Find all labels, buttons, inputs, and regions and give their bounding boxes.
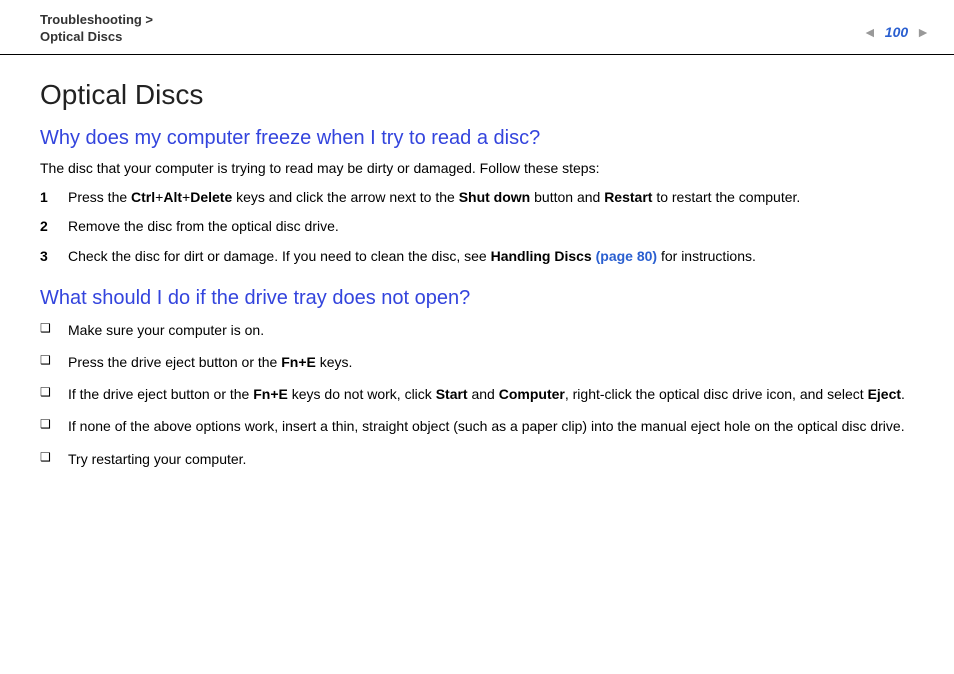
list-item: ❑ If the drive eject button or the Fn+E … xyxy=(40,384,914,404)
breadcrumb-parent: Troubleshooting > xyxy=(40,12,153,29)
bullet-icon: ❑ xyxy=(40,416,68,436)
list-item: ❑ Make sure your computer is on. xyxy=(40,320,914,340)
bullet-icon: ❑ xyxy=(40,449,68,469)
step-number: 2 xyxy=(40,217,68,237)
list-text: If the drive eject button or the Fn+E ke… xyxy=(68,384,914,404)
section-heading-tray: What should I do if the drive tray does … xyxy=(40,287,914,310)
breadcrumb: Troubleshooting > Optical Discs xyxy=(40,12,153,46)
prev-page-arrow-icon[interactable]: ◄ xyxy=(863,24,877,40)
step-item: 2 Remove the disc from the optical disc … xyxy=(40,217,914,237)
steps-list: 1 Press the Ctrl+Alt+Delete keys and cli… xyxy=(40,188,914,267)
breadcrumb-current: Optical Discs xyxy=(40,29,153,46)
page-title: Optical Discs xyxy=(40,79,914,111)
list-text: Press the drive eject button or the Fn+E… xyxy=(68,352,914,372)
step-item: 1 Press the Ctrl+Alt+Delete keys and cli… xyxy=(40,188,914,208)
step-number: 3 xyxy=(40,247,68,267)
section-intro: The disc that your computer is trying to… xyxy=(40,160,914,176)
page-navigation: ◄ 100 ► xyxy=(863,24,930,40)
list-item: ❑ Press the drive eject button or the Fn… xyxy=(40,352,914,372)
page-content: Optical Discs Why does my computer freez… xyxy=(0,55,954,501)
list-text: Try restarting your computer. xyxy=(68,449,914,469)
step-text: Press the Ctrl+Alt+Delete keys and click… xyxy=(68,188,914,208)
next-page-arrow-icon[interactable]: ► xyxy=(916,24,930,40)
step-number: 1 xyxy=(40,188,68,208)
step-text: Remove the disc from the optical disc dr… xyxy=(68,217,914,237)
bullet-icon: ❑ xyxy=(40,352,68,372)
list-item: ❑ Try restarting your computer. xyxy=(40,449,914,469)
list-item: ❑ If none of the above options work, ins… xyxy=(40,416,914,436)
list-text: Make sure your computer is on. xyxy=(68,320,914,340)
bullet-icon: ❑ xyxy=(40,384,68,404)
step-text: Check the disc for dirt or damage. If yo… xyxy=(68,247,914,267)
section-heading-freeze: Why does my computer freeze when I try t… xyxy=(40,127,914,150)
page-number: 100 xyxy=(881,24,912,40)
list-text: If none of the above options work, inser… xyxy=(68,416,914,436)
bullet-icon: ❑ xyxy=(40,320,68,340)
page-link[interactable]: (page 80) xyxy=(596,248,657,264)
page-header: Troubleshooting > Optical Discs ◄ 100 ► xyxy=(0,0,954,55)
checklist: ❑ Make sure your computer is on. ❑ Press… xyxy=(40,320,914,469)
step-item: 3 Check the disc for dirt or damage. If … xyxy=(40,247,914,267)
